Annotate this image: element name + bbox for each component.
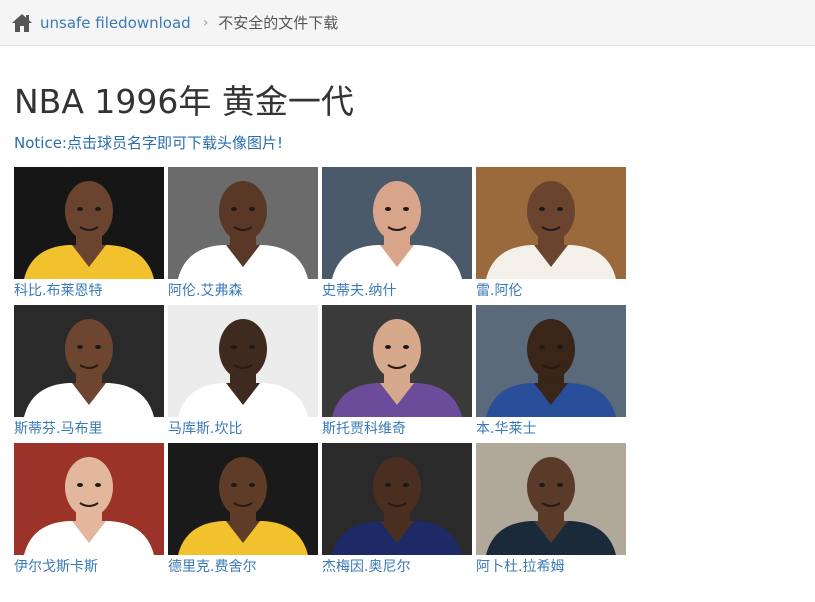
player-photo	[168, 167, 318, 279]
notice-text: Notice:点击球员名字即可下载头像图片!	[14, 134, 283, 152]
player-photo	[322, 443, 472, 555]
player-name-link[interactable]: 斯托贾科维奇	[322, 419, 472, 439]
player-photo	[476, 443, 626, 555]
player-photo	[14, 443, 164, 555]
page-title: NBA 1996年 黄金一代	[14, 82, 354, 121]
breadcrumb: unsafe filedownload › 不安全的文件下载	[0, 0, 815, 46]
player-photo	[168, 305, 318, 417]
player-name-link[interactable]: 雷.阿伦	[476, 281, 626, 301]
player-photo	[322, 167, 472, 279]
player-photo	[476, 167, 626, 279]
player-card: 马库斯.坎比	[168, 305, 318, 439]
player-card: 斯托贾科维奇	[322, 305, 472, 439]
player-photo	[14, 305, 164, 417]
player-name-link[interactable]: 史蒂夫.纳什	[322, 281, 472, 301]
player-grid: 科比.布莱恩特 阿伦.艾弗森 史蒂夫.纳什 雷.阿伦斯蒂芬.马布里 马库斯.坎比 斯托贾科…	[14, 167, 626, 577]
breadcrumb-separator: ›	[202, 14, 209, 31]
player-card: 伊尔戈斯卡斯	[14, 443, 164, 577]
player-name-link[interactable]: 德里克.费舍尔	[168, 557, 318, 577]
player-name-link[interactable]: 杰梅因.奥尼尔	[322, 557, 472, 577]
player-name-link[interactable]: 斯蒂芬.马布里	[14, 419, 164, 439]
player-card: 本.华莱士	[476, 305, 626, 439]
player-photo	[476, 305, 626, 417]
player-name-link[interactable]: 伊尔戈斯卡斯	[14, 557, 164, 577]
player-card: 斯蒂芬.马布里	[14, 305, 164, 439]
player-name-link[interactable]: 本.华莱士	[476, 419, 626, 439]
breadcrumb-link-unsafe-filedownload[interactable]: unsafe filedownload	[40, 14, 191, 32]
player-name-link[interactable]: 阿卜杜.拉希姆	[476, 557, 626, 577]
player-card: 阿伦.艾弗森	[168, 167, 318, 301]
player-card: 科比.布莱恩特	[14, 167, 164, 301]
player-card: 雷.阿伦	[476, 167, 626, 301]
player-name-link[interactable]: 科比.布莱恩特	[14, 281, 164, 301]
player-card: 阿卜杜.拉希姆	[476, 443, 626, 577]
home-icon[interactable]	[11, 13, 33, 33]
player-photo	[168, 443, 318, 555]
player-card: 德里克.费舍尔	[168, 443, 318, 577]
breadcrumb-current: 不安全的文件下载	[218, 14, 339, 32]
player-photo	[322, 305, 472, 417]
player-photo	[14, 167, 164, 279]
player-card: 史蒂夫.纳什	[322, 167, 472, 301]
player-name-link[interactable]: 马库斯.坎比	[168, 419, 318, 439]
player-card: 杰梅因.奥尼尔	[322, 443, 472, 577]
player-name-link[interactable]: 阿伦.艾弗森	[168, 281, 318, 301]
